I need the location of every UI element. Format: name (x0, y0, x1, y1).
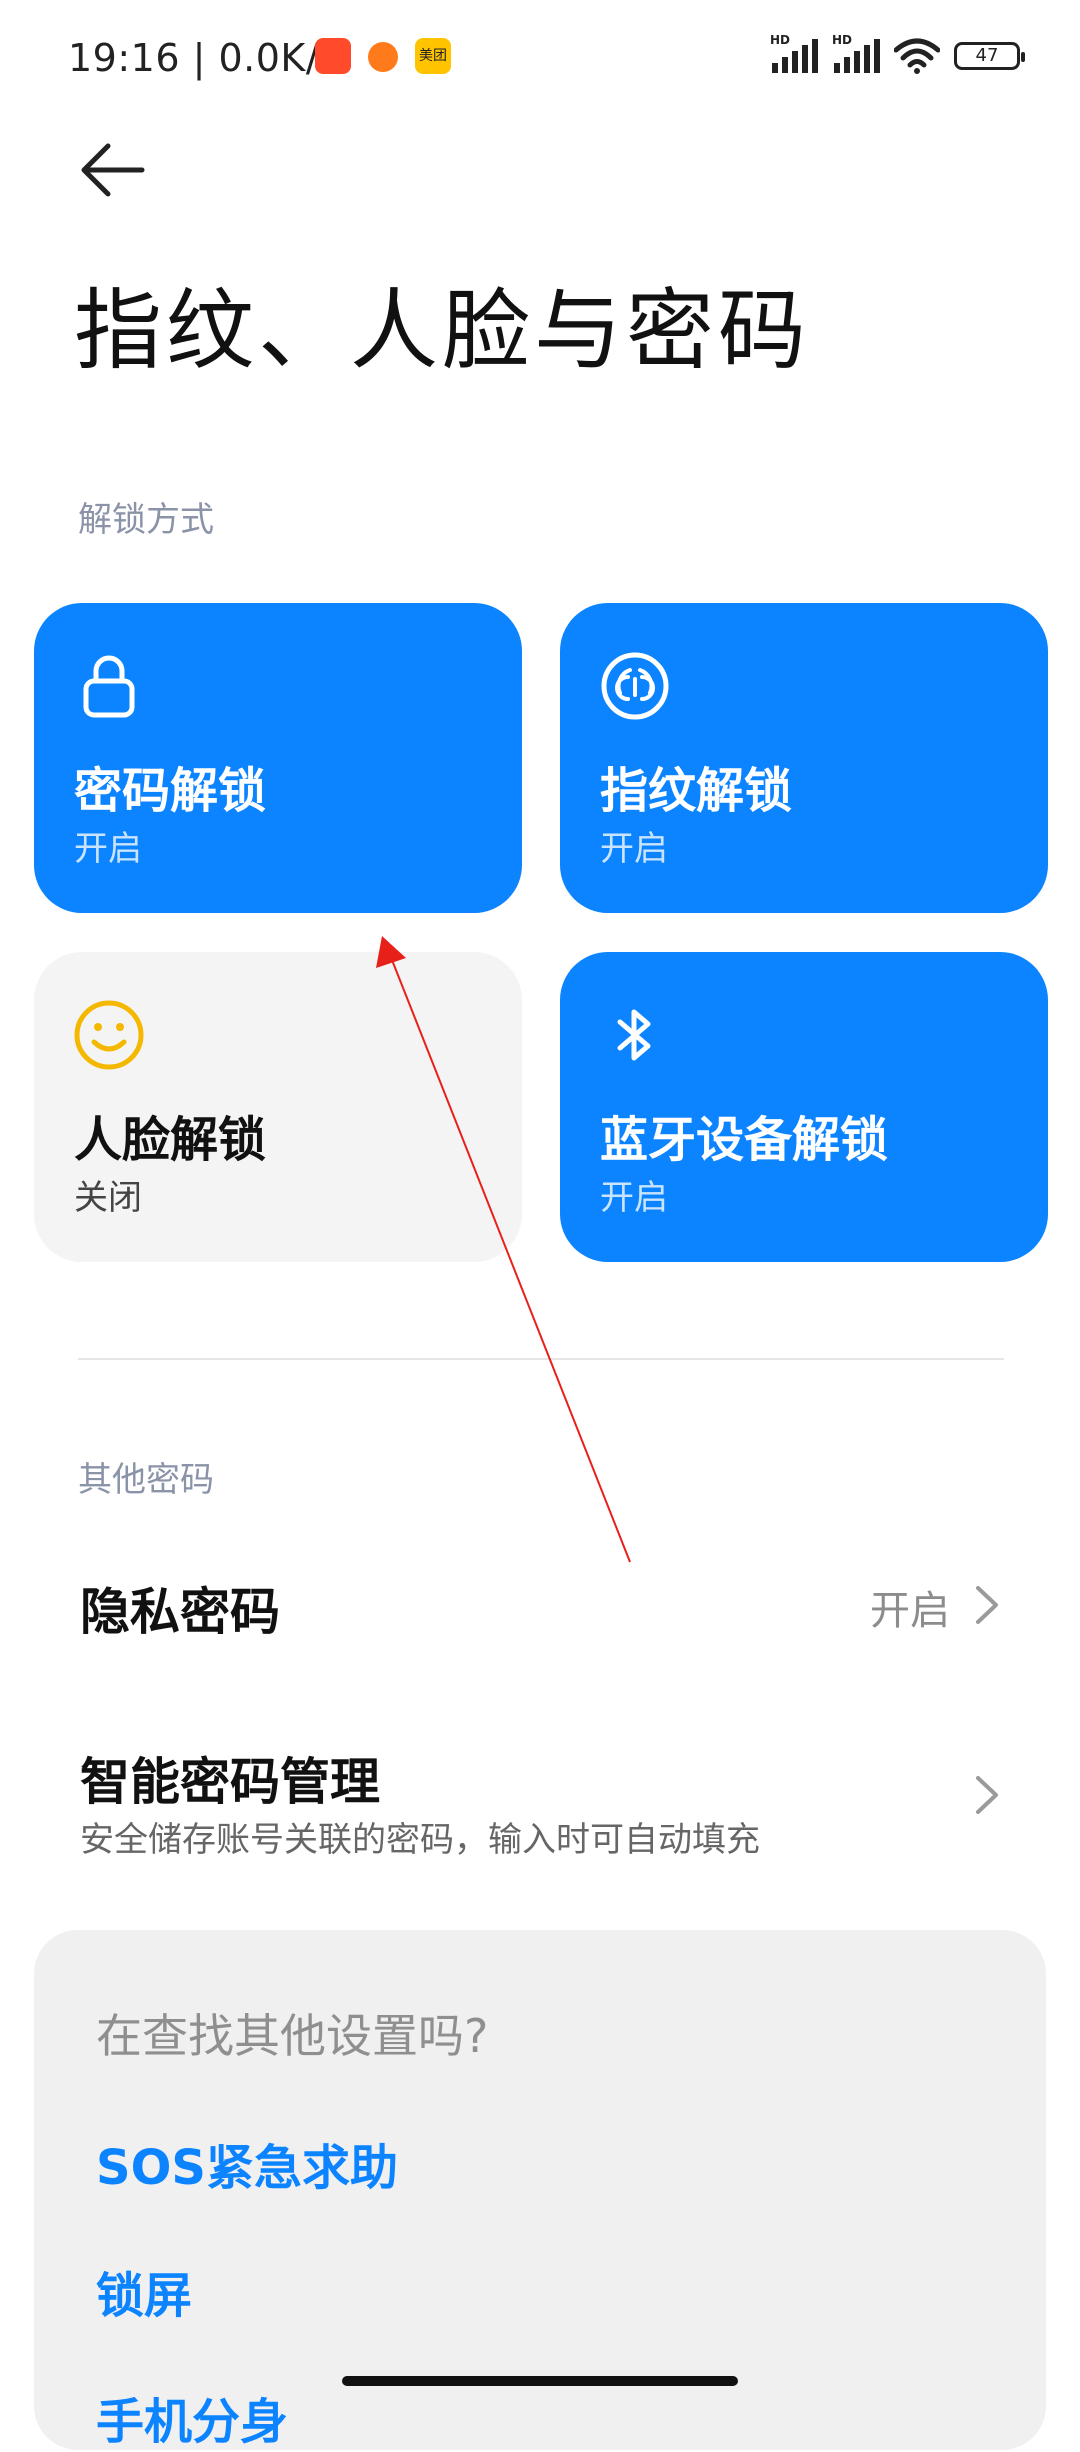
tile-face-unlock[interactable]: 人脸解锁 关闭 (34, 952, 522, 1262)
signal-icon-1: HD (770, 33, 818, 73)
link-second-space[interactable]: 手机分身 (96, 2382, 288, 2452)
chevron-right-icon (976, 1776, 998, 1814)
section-label-unlock: 解锁方式 (78, 500, 214, 540)
link-sos[interactable]: SOS紧急求助 (96, 2128, 398, 2198)
tile-status: 关闭 (74, 1178, 142, 1218)
tile-status: 开启 (600, 1178, 668, 1218)
row-title: 隐私密码 (80, 1583, 280, 1641)
battery-indicator: 47 (954, 42, 1025, 70)
privacy-password-row[interactable]: 隐私密码 开启 (0, 1550, 1080, 1660)
row-title: 智能密码管理 (80, 1753, 380, 1811)
row-value: 开启 (870, 1588, 950, 1634)
signal-icon-2: HD (832, 33, 880, 73)
meituan-icon: 美团 (415, 38, 451, 74)
tile-status: 开启 (74, 829, 142, 869)
status-time: 19:16 | 0.0K/s (68, 36, 340, 80)
fingerprint-icon (601, 652, 669, 720)
wifi-icon (894, 38, 940, 74)
orange-app-icon (368, 42, 398, 72)
tile-title: 蓝牙设备解锁 (600, 1112, 889, 1168)
tile-title: 指纹解锁 (600, 763, 793, 819)
section-label-other: 其他密码 (78, 1460, 214, 1500)
home-indicator[interactable] (342, 2376, 738, 2386)
tile-status: 开启 (600, 829, 668, 869)
link-lock-screen[interactable]: 锁屏 (96, 2256, 192, 2326)
tile-title: 人脸解锁 (74, 1112, 267, 1168)
tile-bluetooth-unlock[interactable]: 蓝牙设备解锁 开启 (560, 952, 1048, 1262)
status-bar: 19:16 | 0.0K/s 美团 HD HD 47 (0, 0, 1080, 110)
page-title: 指纹、人脸与密码 (74, 279, 811, 382)
row-subtitle: 安全储存账号关联的密码，输入时可自动填充 (80, 1820, 760, 1860)
tile-title: 密码解锁 (74, 763, 267, 819)
chevron-right-icon (976, 1586, 998, 1624)
tile-fingerprint-unlock[interactable]: 指纹解锁 开启 (560, 603, 1048, 913)
tile-password-unlock[interactable]: 密码解锁 开启 (34, 603, 522, 913)
taobao-icon (315, 38, 351, 74)
bluetooth-icon (617, 1009, 651, 1061)
smiley-face-icon (74, 1000, 144, 1070)
section-divider (78, 1358, 1004, 1360)
smart-password-row[interactable]: 智能密码管理 安全储存账号关联的密码，输入时可自动填充 (0, 1720, 1080, 1860)
back-arrow-icon[interactable] (70, 130, 160, 210)
suggestion-card: 在查找其他设置吗? SOS紧急求助 锁屏 手机分身 (34, 1930, 1046, 2450)
suggestion-question: 在查找其他设置吗? (96, 2009, 489, 2063)
lock-icon (83, 655, 135, 718)
